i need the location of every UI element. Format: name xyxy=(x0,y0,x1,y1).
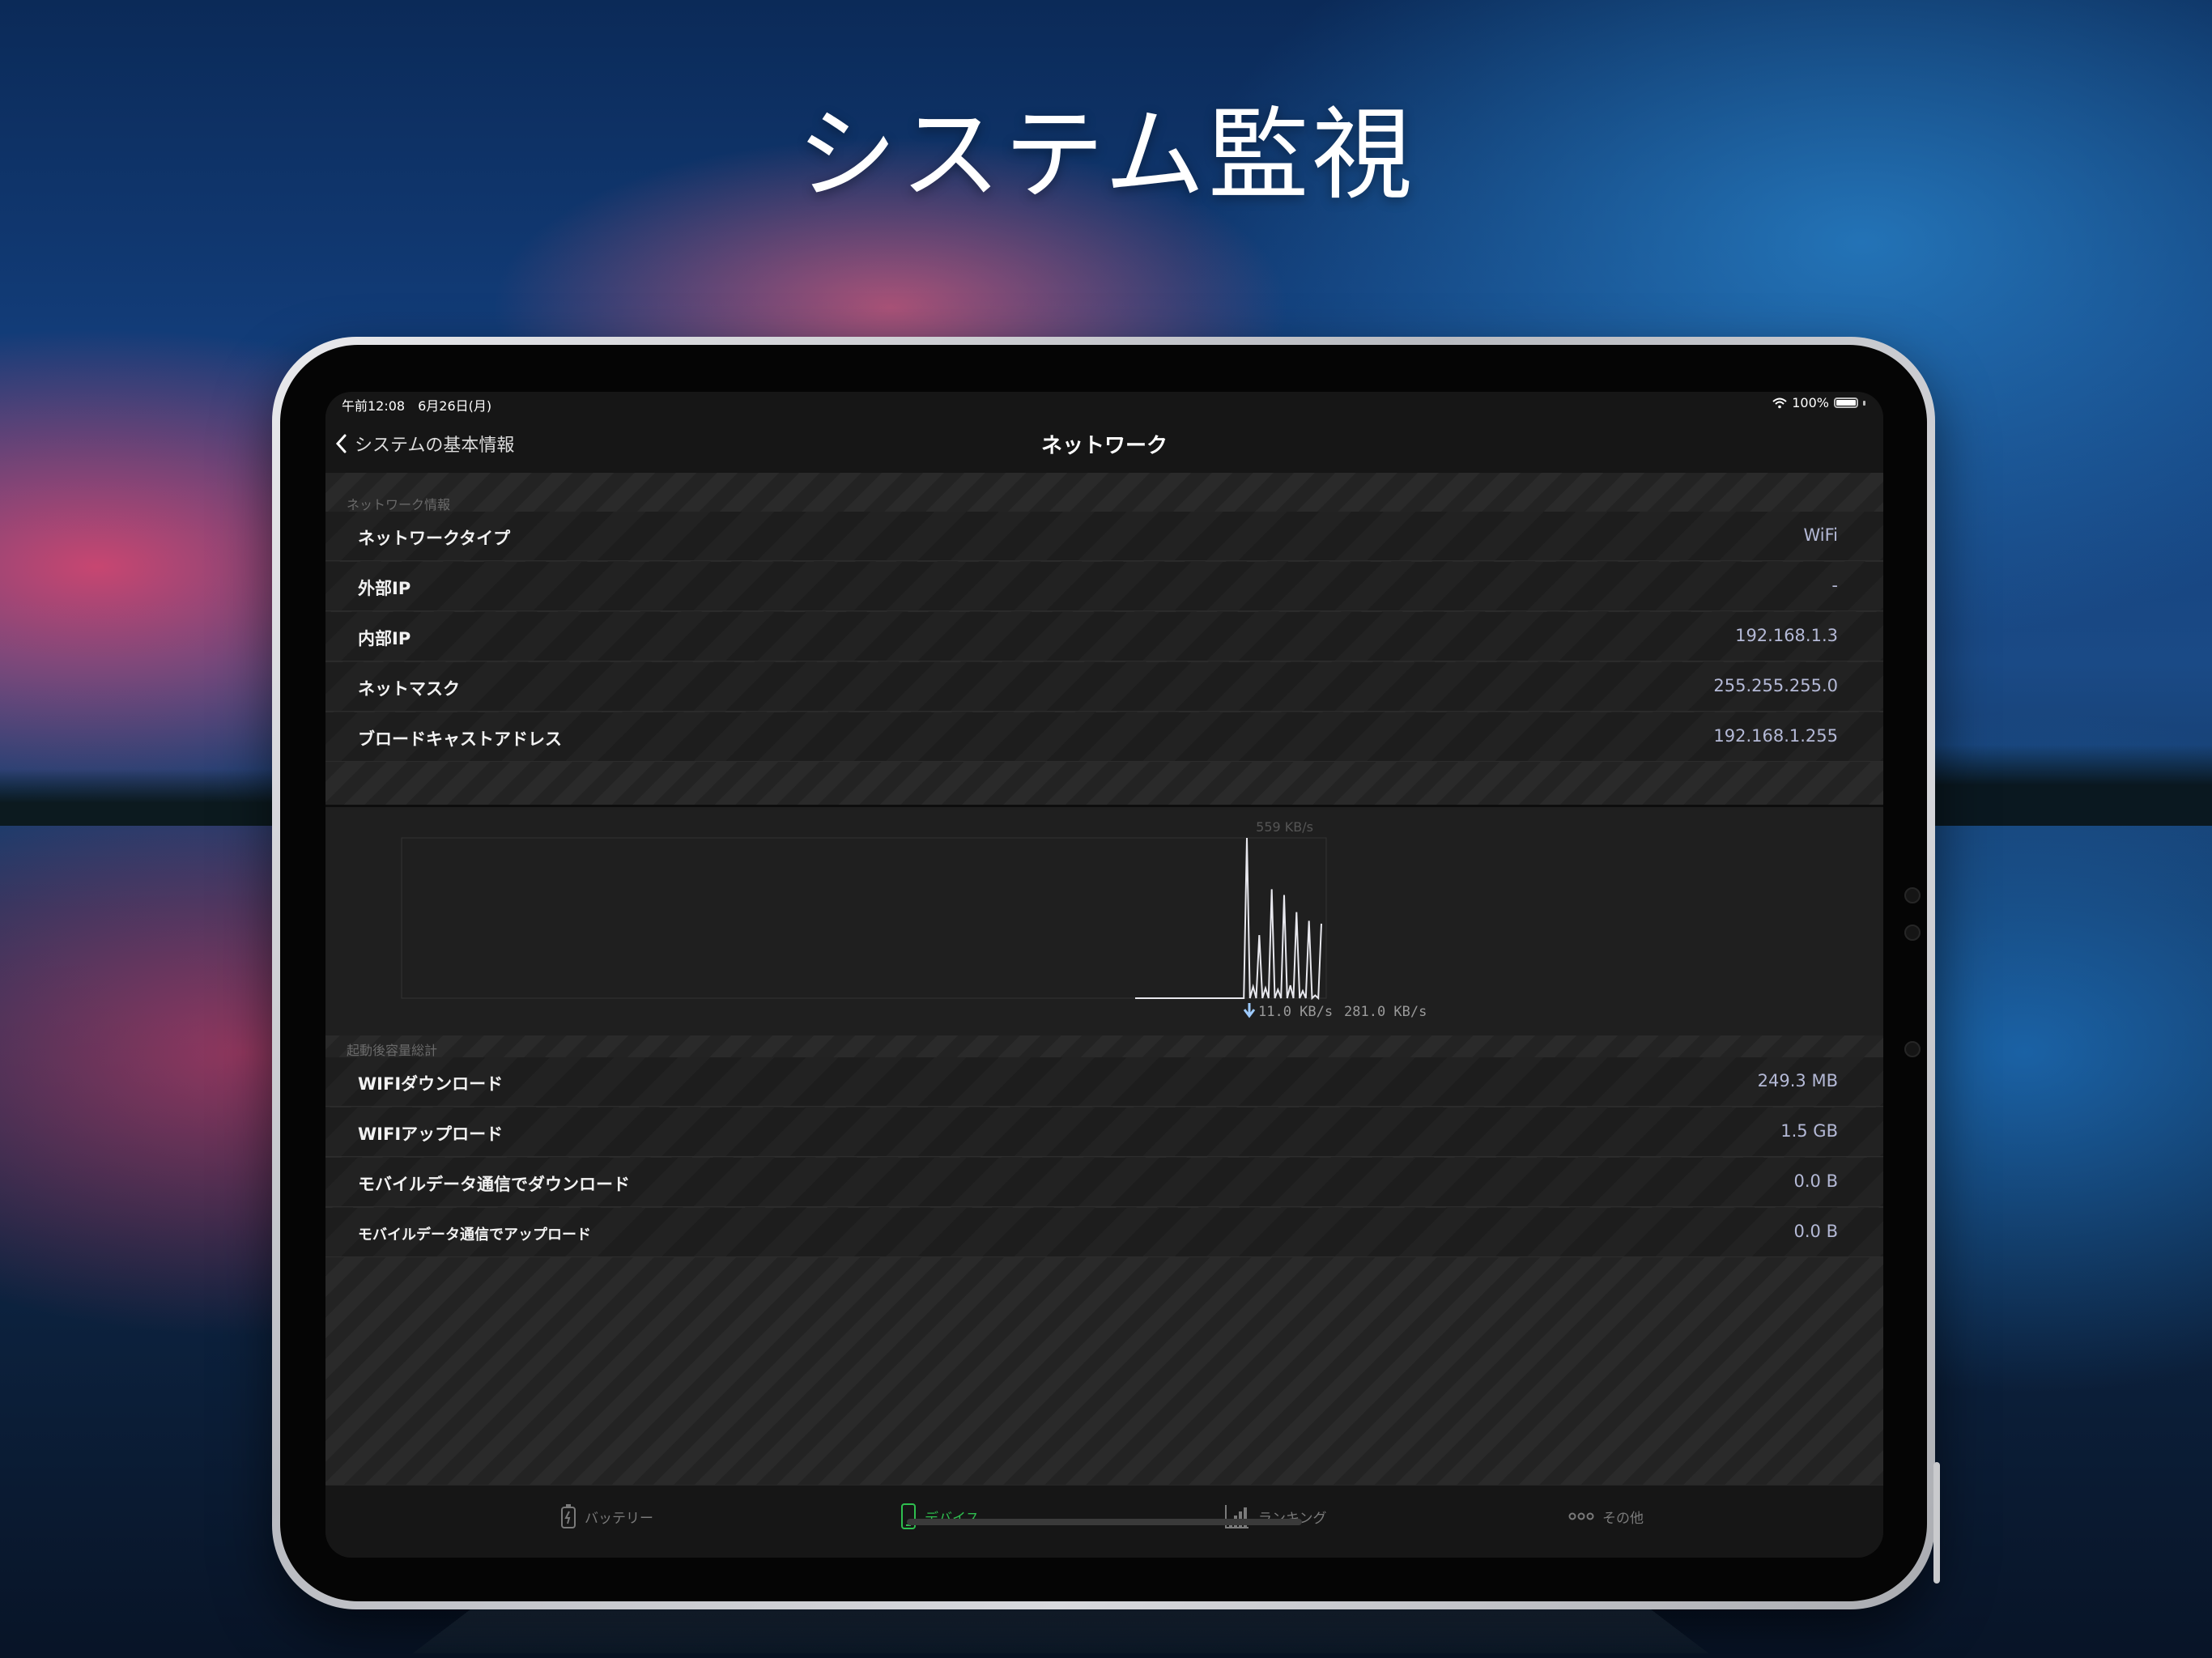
list-item-external-ip[interactable]: 外部IP - xyxy=(325,562,1883,611)
list-item-mobile-upload[interactable]: モバイルデータ通信でアップロード 0.0 B xyxy=(325,1208,1883,1257)
app-screen: 午前12:08 6月26日(月) 100% システムの基本情報 ネットワーク ネ… xyxy=(325,392,1883,1558)
tab-ranking[interactable]: ランキング xyxy=(1224,1503,1327,1529)
row-value: 255.255.255.0 xyxy=(1713,676,1838,695)
content-area[interactable]: ネットワーク情報 ネットワークタイプ WiFi 外部IP - 内部IP 192.… xyxy=(325,473,1883,1485)
row-label: モバイルデータ通信でアップロード xyxy=(358,1226,591,1244)
battery-indicator-icon xyxy=(1834,397,1858,408)
battery-icon xyxy=(561,1504,576,1528)
upload-rate-label: 281.0 KB/s xyxy=(1344,1004,1427,1020)
section-header-usage-totals: 起動後容量総計 xyxy=(347,1043,438,1058)
page-title: ネットワーク xyxy=(1040,434,1168,458)
list-item-broadcast-address[interactable]: ブロードキャストアドレス 192.168.1.255 xyxy=(325,712,1883,762)
tab-more[interactable]: その他 xyxy=(1568,1503,1644,1529)
row-label: 内部IP xyxy=(358,629,411,648)
battery-percent: 100% xyxy=(1792,395,1829,410)
status-time: 午前12:08 6月26日(月) xyxy=(342,398,492,414)
tab-label: バッテリー xyxy=(585,1510,653,1527)
list-item-mobile-download[interactable]: モバイルデータ通信でダウンロード 0.0 B xyxy=(325,1158,1883,1207)
wifi-icon xyxy=(1772,397,1787,408)
row-value: - xyxy=(1831,576,1838,595)
download-arrow-icon xyxy=(1243,1003,1256,1018)
graph-plot-area xyxy=(401,837,1327,999)
side-button xyxy=(1933,1462,1940,1584)
row-value: 1.5 GB xyxy=(1780,1121,1838,1141)
tab-device[interactable]: デバイス xyxy=(900,1503,980,1529)
camera-icon xyxy=(1904,887,1921,903)
row-label: ネットマスク xyxy=(358,679,460,699)
row-value: WiFi xyxy=(1803,525,1838,545)
phone-icon xyxy=(901,1503,916,1529)
list-item-netmask[interactable]: ネットマスク 255.255.255.0 xyxy=(325,662,1883,712)
home-indicator[interactable] xyxy=(907,1519,1302,1525)
graph-max-label: 559 KB/s xyxy=(1256,819,1313,835)
row-value: 249.3 MB xyxy=(1757,1071,1838,1090)
traffic-graph-panel: 559 KB/s 11.0 KB/s 281.0 KB/s xyxy=(325,805,1883,1035)
traffic-graph: 559 KB/s 11.0 KB/s 281.0 KB/s xyxy=(401,819,1427,1020)
hero-title: システム監視 xyxy=(796,97,1416,214)
more-dots-icon xyxy=(1568,1512,1594,1520)
download-rate-label: 11.0 KB/s xyxy=(1258,1004,1333,1020)
status-bar: 午前12:08 6月26日(月) 100% xyxy=(325,392,1883,414)
status-indicators: 100% xyxy=(1772,395,1865,410)
section-header-network-info: ネットワーク情報 xyxy=(347,497,451,512)
row-label: WIFIダウンロード xyxy=(358,1074,504,1094)
list-item-internal-ip[interactable]: 内部IP 192.168.1.3 xyxy=(325,612,1883,661)
row-label: モバイルデータ通信でダウンロード xyxy=(358,1175,630,1194)
row-value: 0.0 B xyxy=(1793,1222,1838,1241)
sensor-icon xyxy=(1904,1041,1921,1057)
row-label: ネットワークタイプ xyxy=(358,529,511,548)
row-value: 0.0 B xyxy=(1793,1171,1838,1191)
row-label: WIFIアップロード xyxy=(358,1124,504,1144)
row-value: 192.168.1.3 xyxy=(1735,626,1838,645)
sensor-icon xyxy=(1904,925,1921,941)
row-label: ブロードキャストアドレス xyxy=(358,729,562,749)
row-value: 192.168.1.255 xyxy=(1713,726,1838,746)
navigation-bar: システムの基本情報 ネットワーク xyxy=(325,414,1883,473)
row-label: 外部IP xyxy=(358,579,411,598)
list-item-wifi-upload[interactable]: WIFIアップロード 1.5 GB xyxy=(325,1107,1883,1157)
bar-chart-icon xyxy=(1225,1505,1249,1528)
tab-battery[interactable]: バッテリー xyxy=(560,1503,653,1529)
tab-label: その他 xyxy=(1602,1510,1644,1527)
list-item-network-type[interactable]: ネットワークタイプ WiFi xyxy=(325,512,1883,561)
battery-tip xyxy=(1863,400,1865,406)
list-item-wifi-download[interactable]: WIFIダウンロード 249.3 MB xyxy=(325,1057,1883,1107)
